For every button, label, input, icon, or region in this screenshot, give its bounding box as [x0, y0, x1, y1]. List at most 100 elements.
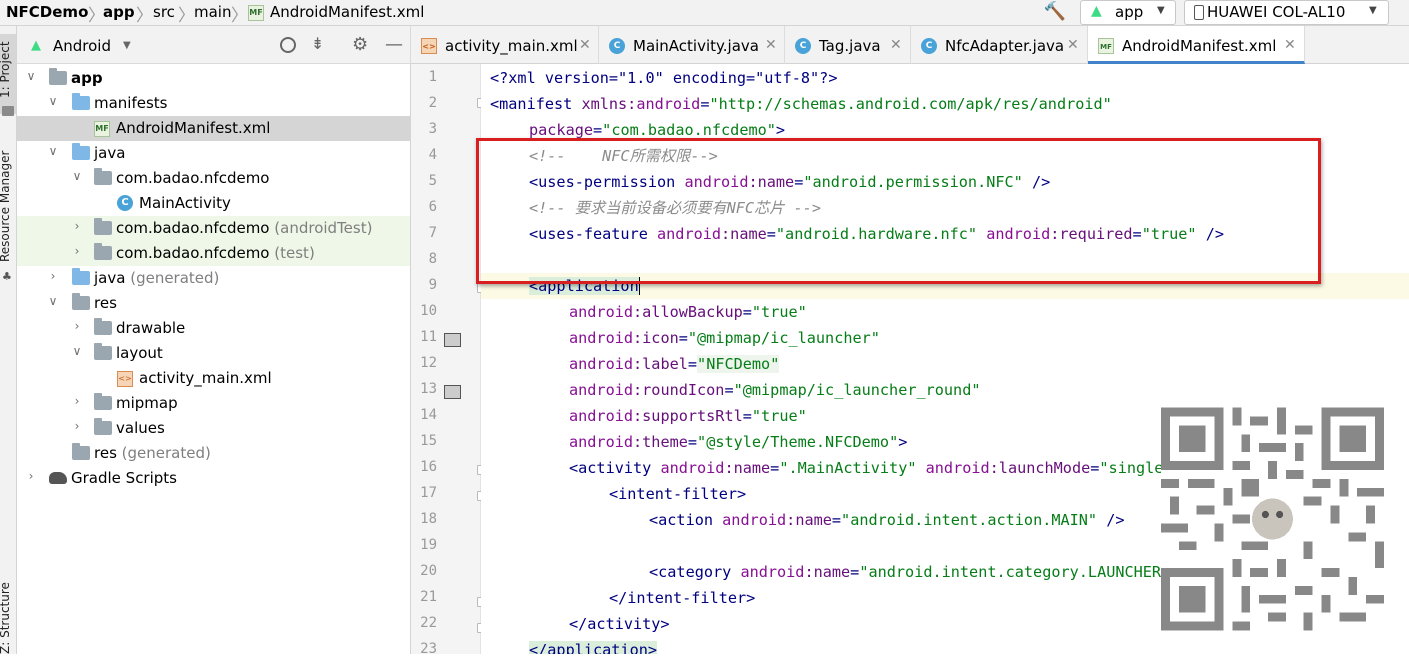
resource-manager-tool-tab[interactable]: Resource Manager — [0, 151, 12, 262]
chevron-down-icon[interactable]: ∨ — [71, 344, 83, 358]
tree-item-label: java (generated) — [94, 269, 220, 287]
tree-item-manifest-file[interactable]: MF AndroidManifest.xml — [17, 116, 410, 141]
image-preview-icon[interactable] — [444, 385, 461, 399]
tab-tag[interactable]: C Tag.java ✕ — [785, 26, 911, 64]
tree-item-package-test[interactable]: › com.badao.nfcdemo (test) — [17, 241, 410, 266]
chevron-down-icon[interactable]: ▼ — [123, 40, 131, 51]
generated-folder-icon — [72, 443, 90, 460]
package-icon — [94, 243, 112, 260]
line-number: 8 — [428, 251, 437, 267]
manifest-file-icon: MF — [248, 5, 264, 21]
chevron-right-icon[interactable]: › — [71, 394, 83, 408]
line-number: 18 — [420, 511, 437, 527]
tree-item-java[interactable]: ∨ java — [17, 141, 410, 166]
image-preview-icon[interactable] — [444, 333, 461, 347]
line-number: 11 — [420, 329, 437, 345]
tree-item-java-generated[interactable]: › java (generated) — [17, 266, 410, 291]
chevron-down-icon[interactable]: ∨ — [71, 169, 83, 183]
breadcrumb-src[interactable]: src — [153, 3, 175, 21]
settings-gear-icon[interactable]: ⚙ — [352, 34, 368, 55]
tab-nfcadapter[interactable]: C NfcAdapter.java ✕ — [911, 26, 1088, 64]
tree-item-gradle-scripts[interactable]: › Gradle Scripts — [17, 466, 410, 491]
project-tool-tab[interactable]: 1: Project — [0, 41, 12, 98]
android-icon: ▲ — [31, 38, 41, 53]
locate-target-icon[interactable] — [280, 37, 296, 53]
editor-tab-bar: <> activity_main.xml ✕ C MainActivity.ja… — [411, 26, 1409, 64]
chevron-down-icon[interactable]: ∨ — [47, 94, 59, 108]
line-number: 16 — [420, 459, 437, 475]
close-icon[interactable]: ✕ — [765, 37, 777, 53]
tree-item-suffix: (generated) — [121, 444, 211, 462]
chevron-right-icon[interactable]: › — [25, 469, 37, 483]
line-number: 2 — [428, 95, 437, 111]
chevron-down-icon[interactable]: ∨ — [25, 69, 37, 83]
tree-item-mainactivity[interactable]: C MainActivity — [17, 191, 410, 216]
close-icon[interactable]: ✕ — [890, 37, 902, 53]
tree-item-layout[interactable]: ∨ layout — [17, 341, 410, 366]
breadcrumb-project[interactable]: NFCDemo — [6, 3, 88, 21]
code-line: <action android:name="android.intent.act… — [649, 511, 1125, 529]
chevron-right-icon[interactable]: › — [47, 269, 59, 283]
tree-item-label: MainActivity — [139, 194, 231, 212]
tree-item-label: AndroidManifest.xml — [116, 119, 271, 137]
tree-item-package-androidtest[interactable]: › com.badao.nfcdemo (androidTest) — [17, 216, 410, 241]
tree-item-manifests[interactable]: ∨ manifests — [17, 91, 410, 116]
project-panel-header: ▲ Android ▼ ⇟ ⚙ — — [17, 26, 411, 64]
code-line: android:label="NFCDemo" — [569, 355, 780, 373]
qr-code-image — [1161, 407, 1384, 631]
line-number: 19 — [420, 537, 437, 553]
line-number: 22 — [420, 615, 437, 631]
chevron-down-icon[interactable]: ∨ — [47, 144, 59, 158]
chevron-right-icon[interactable]: › — [71, 219, 83, 233]
tree-item-res-generated[interactable]: res (generated) — [17, 441, 410, 466]
tree-item-res[interactable]: ∨ res — [17, 291, 410, 316]
android-icon: ▲ — [1091, 3, 1102, 19]
minimize-icon[interactable]: — — [385, 34, 403, 55]
class-icon: C — [117, 195, 133, 211]
tree-item-suffix: (generated) — [130, 269, 220, 287]
tab-android-manifest[interactable]: MF AndroidManifest.xml ✕ — [1088, 26, 1305, 64]
code-line: android:supportsRtl="true" — [569, 407, 807, 425]
tree-item-app[interactable]: ∨ app — [17, 66, 410, 91]
tree-item-activity-main[interactable]: <> activity_main.xml — [17, 366, 410, 391]
line-number: 17 — [420, 485, 437, 501]
chevron-right-icon[interactable]: › — [71, 244, 83, 258]
breadcrumb-module[interactable]: app — [103, 3, 135, 21]
structure-tool-tab[interactable]: Z: Structure — [0, 582, 12, 654]
project-view-selector[interactable]: Android — [53, 37, 111, 55]
code-line: android:allowBackup="true" — [569, 303, 807, 321]
device-dropdown[interactable]: HUAWEI COL-AL10 ▼ — [1184, 0, 1389, 25]
project-tree: ∨ app ∨ manifests MF AndroidManifest.xml… — [17, 64, 411, 654]
line-number: 6 — [428, 199, 437, 215]
tree-item-label: com.badao.nfcdemo — [116, 169, 270, 187]
resource-icon: ♣ — [2, 270, 12, 283]
build-hammer-icon[interactable]: 🔨 — [1043, 1, 1067, 23]
code-line: android:icon="@mipmap/ic_launcher" — [569, 329, 880, 347]
close-icon[interactable]: ✕ — [1284, 37, 1296, 53]
line-number: 5 — [428, 173, 437, 189]
tree-item-label: res (generated) — [94, 444, 211, 462]
breadcrumb-main[interactable]: main — [194, 3, 231, 21]
tree-item-package[interactable]: ∨ com.badao.nfcdemo — [17, 166, 410, 191]
class-icon: C — [795, 38, 811, 54]
chevron-right-icon[interactable]: › — [71, 319, 83, 333]
tree-item-drawable[interactable]: › drawable — [17, 316, 410, 341]
run-config-dropdown[interactable]: ▲ app ▼ — [1080, 0, 1176, 25]
breadcrumb-file[interactable]: AndroidManifest.xml — [270, 3, 424, 21]
close-icon[interactable]: ✕ — [1067, 37, 1079, 53]
line-number: 9 — [428, 277, 437, 293]
collapse-all-icon[interactable]: ⇟ — [311, 34, 324, 53]
tree-item-mipmap[interactable]: › mipmap — [17, 391, 410, 416]
navigation-bar: NFCDemo 〉 app 〉 src 〉 main 〉 MF AndroidM… — [0, 0, 1409, 26]
tool-window-strip: 1: Project Resource Manager ♣ Z: Structu… — [0, 26, 17, 654]
tree-item-values[interactable]: › values — [17, 416, 410, 441]
chevron-right-icon[interactable]: › — [71, 419, 83, 433]
tab-mainactivity[interactable]: C MainActivity.java ✕ — [599, 26, 785, 64]
tree-item-label: layout — [116, 344, 163, 362]
tab-activity-main[interactable]: <> activity_main.xml ✕ — [411, 26, 599, 64]
tree-item-label: app — [71, 69, 103, 87]
chevron-down-icon[interactable]: ∨ — [47, 294, 59, 308]
line-number: 7 — [428, 225, 437, 241]
close-icon[interactable]: ✕ — [579, 37, 591, 53]
line-number: 23 — [420, 641, 437, 657]
